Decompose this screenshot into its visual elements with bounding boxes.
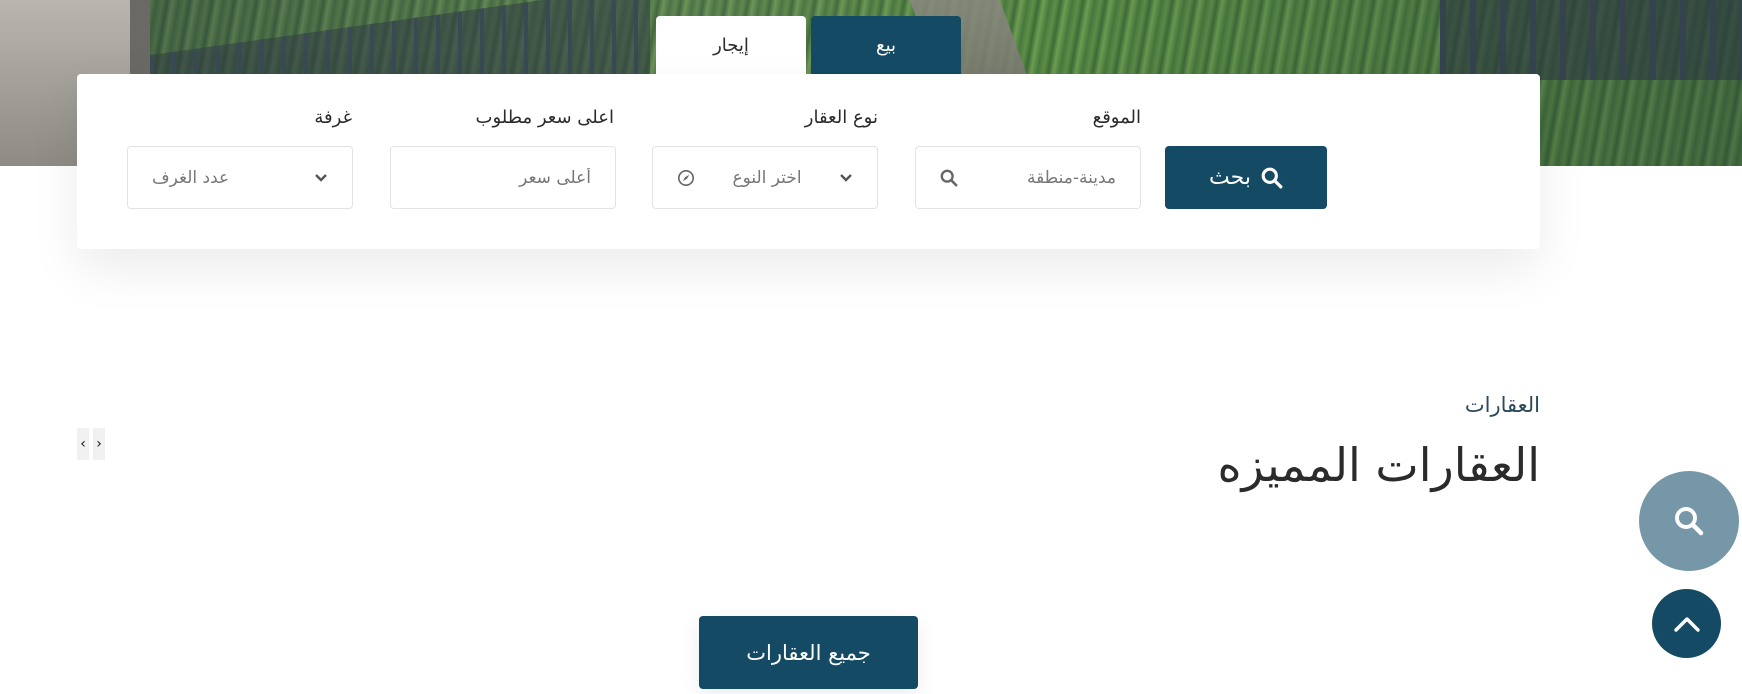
- section-kicker: العقارات: [1464, 393, 1540, 417]
- max-price-label: اعلى سعر مطلوب: [475, 107, 614, 128]
- rooms-label: غرفة: [314, 107, 352, 128]
- search-icon: [1674, 506, 1704, 536]
- slider-arrows: ‹ ›: [77, 428, 105, 460]
- compass-icon: [677, 169, 695, 187]
- property-type-label: نوع العقار: [804, 107, 878, 128]
- location-field[interactable]: مدينة-منطقة: [915, 146, 1141, 209]
- back-to-top-button[interactable]: [1652, 589, 1721, 658]
- property-type-select[interactable]: اختر النوع: [652, 146, 878, 209]
- all-properties-button[interactable]: جميع العقارات: [699, 616, 918, 689]
- slider-prev-button[interactable]: ‹: [77, 428, 89, 460]
- search-button-label: بحث: [1209, 165, 1251, 190]
- tab-rent[interactable]: إيجار: [656, 16, 806, 74]
- rooms-select[interactable]: عدد الغرف: [127, 146, 353, 209]
- chevron-down-icon: [314, 173, 328, 183]
- max-price-input[interactable]: [415, 167, 591, 188]
- search-icon: [1261, 167, 1283, 189]
- chevron-down-icon: [839, 173, 853, 183]
- search-icon: [940, 169, 958, 187]
- section-title: العقارات المميزه: [1217, 438, 1540, 492]
- slider-next-button[interactable]: ›: [93, 428, 105, 460]
- property-type-placeholder: اختر النوع: [732, 167, 802, 188]
- location-label: الموقع: [1092, 107, 1141, 128]
- tab-sale[interactable]: بيع: [811, 16, 961, 74]
- rooms-placeholder: عدد الغرف: [152, 167, 230, 188]
- location-placeholder: مدينة-منطقة: [1026, 167, 1116, 188]
- floating-search-button[interactable]: [1639, 471, 1739, 571]
- chevron-up-icon: [1673, 615, 1701, 633]
- max-price-field[interactable]: [390, 146, 616, 209]
- search-button[interactable]: بحث: [1165, 146, 1327, 209]
- hero-railing-right: [1440, 0, 1742, 80]
